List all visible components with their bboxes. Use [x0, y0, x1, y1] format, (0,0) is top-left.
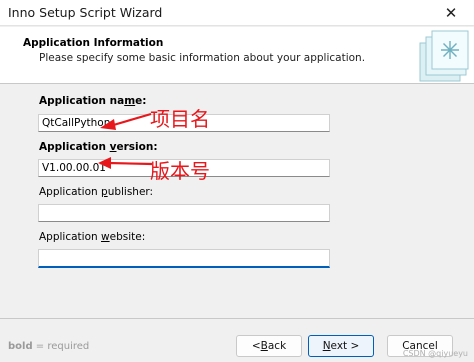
watermark: CSDN @qiyueyu — [402, 349, 468, 358]
window-title: Inno Setup Script Wizard — [8, 5, 163, 20]
next-button[interactable]: Next > — [308, 335, 374, 357]
title-bar: Inno Setup Script Wizard ✕ — [0, 0, 474, 26]
app-website-label: Application website: — [39, 231, 146, 243]
app-publisher-label: Application publisher: — [39, 186, 154, 198]
wizard-install-icon — [419, 30, 469, 82]
footer-divider — [0, 318, 474, 319]
page-subtitle: Please specify some basic information ab… — [39, 52, 366, 64]
required-note: bold = required — [8, 341, 90, 352]
back-button[interactable]: < Back — [236, 335, 302, 357]
form-area: Application name: Application version: A… — [0, 85, 474, 318]
annotation-arrow-version — [98, 157, 153, 169]
close-button[interactable]: ✕ — [428, 0, 474, 26]
annotation-project-name: 项目名 — [150, 107, 210, 131]
app-publisher-field[interactable] — [38, 204, 330, 222]
annotation-version-number: 版本号 — [150, 159, 210, 183]
page-title: Application Information — [23, 37, 164, 49]
app-website-field[interactable] — [38, 249, 330, 268]
wizard-header: Application Information Please specify s… — [0, 27, 474, 84]
annotation-arrow-name — [100, 112, 152, 130]
